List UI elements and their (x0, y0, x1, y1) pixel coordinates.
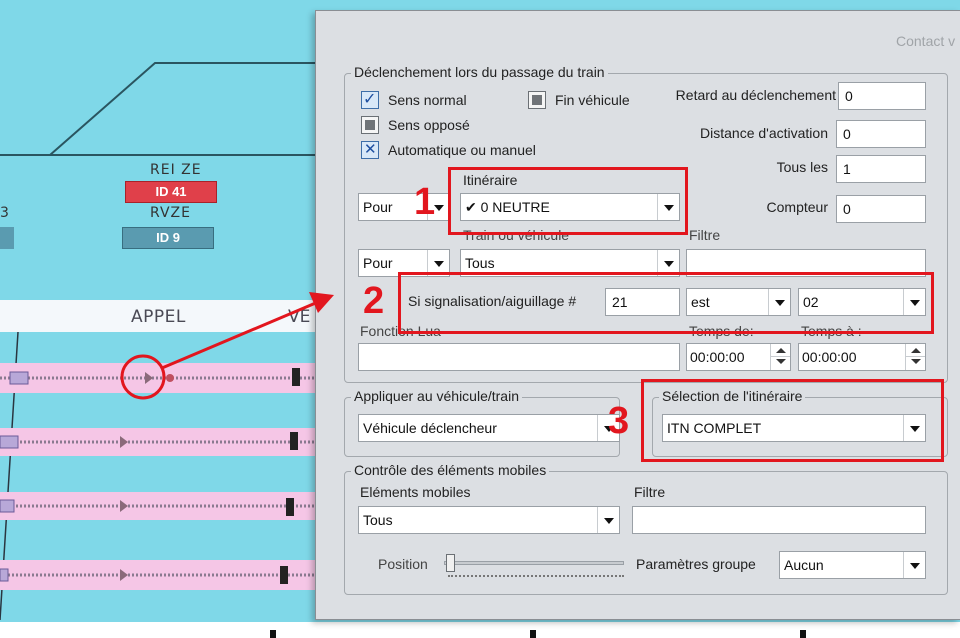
tous-les-input[interactable]: 1 (836, 155, 926, 183)
apply-combo[interactable]: Véhicule déclencheur (358, 414, 620, 442)
retard-input[interactable]: 0 (838, 82, 926, 110)
chevron-down-icon (903, 552, 925, 578)
signal-badge-left (0, 227, 14, 249)
annotation-box-3 (641, 379, 944, 462)
annotation-box-1 (448, 167, 688, 235)
trigger-legend: Déclenchement lors du passage du train (351, 64, 608, 80)
elements-mobiles-combo[interactable]: Tous (358, 506, 620, 534)
signal-badge-blue: ID 9 (122, 227, 214, 249)
compteur-label: Compteur (766, 199, 828, 215)
position-ticks (448, 575, 624, 579)
spin-arrows-icon[interactable] (770, 344, 790, 370)
sens-normal-checkbox[interactable] (361, 89, 379, 109)
annotation-number-2: 2 (363, 280, 385, 322)
fonction-lua-input[interactable] (358, 343, 680, 371)
signal-badge-red: ID 41 (125, 181, 217, 203)
sens-oppose-checkbox[interactable] (361, 116, 379, 134)
mobile-filtre-label: Filtre (634, 484, 666, 500)
station-label-top: REI ZE (150, 162, 202, 178)
spin-arrows-icon[interactable] (905, 344, 925, 370)
pour-combo-1[interactable]: Pour (358, 193, 450, 221)
annotation-number-3: 3 (608, 400, 630, 442)
sens-oppose-label: Sens opposé (388, 117, 470, 133)
distance-input[interactable]: 0 (836, 120, 926, 148)
contact-label: Contact v (896, 33, 956, 49)
params-groupe-label: Paramètres groupe (636, 556, 756, 572)
mobile-filtre-input[interactable] (632, 506, 926, 534)
temps-a-stepper[interactable]: 00:00:00 (798, 343, 926, 371)
distance-label: Distance d'activation (700, 125, 828, 141)
left-track-number: 3 (0, 205, 9, 221)
elements-mobiles-label: Eléments mobiles (360, 484, 471, 500)
sens-normal-label: Sens normal (388, 92, 467, 108)
fin-vehicule-checkbox[interactable] (528, 91, 546, 109)
automatique-label: Automatique ou manuel (388, 142, 536, 158)
position-slider[interactable] (444, 561, 624, 565)
annotation-box-2 (398, 272, 934, 334)
position-slider-thumb[interactable] (446, 554, 455, 572)
temps-de-stepper[interactable]: 00:00:00 (686, 343, 791, 371)
mobile-legend: Contrôle des éléments mobiles (351, 462, 550, 478)
track-label: APPEL (131, 307, 186, 327)
params-groupe-combo[interactable]: Aucun (779, 551, 926, 579)
compteur-input[interactable]: 0 (836, 195, 926, 223)
apply-legend: Appliquer au véhicule/train (351, 388, 522, 404)
filtre-label: Filtre (689, 227, 721, 243)
fin-vehicule-label: Fin véhicule (555, 92, 630, 108)
tous-les-label: Tous les (776, 159, 828, 175)
track-label-right: VE (288, 307, 311, 327)
retard-label: Retard au déclenchement (675, 87, 836, 103)
position-label: Position (378, 556, 428, 572)
chevron-down-icon (597, 507, 619, 533)
station-label-bottom: RVZE (150, 205, 191, 221)
automatique-checkbox[interactable] (361, 140, 379, 159)
annotation-number-1: 1 (414, 181, 436, 223)
